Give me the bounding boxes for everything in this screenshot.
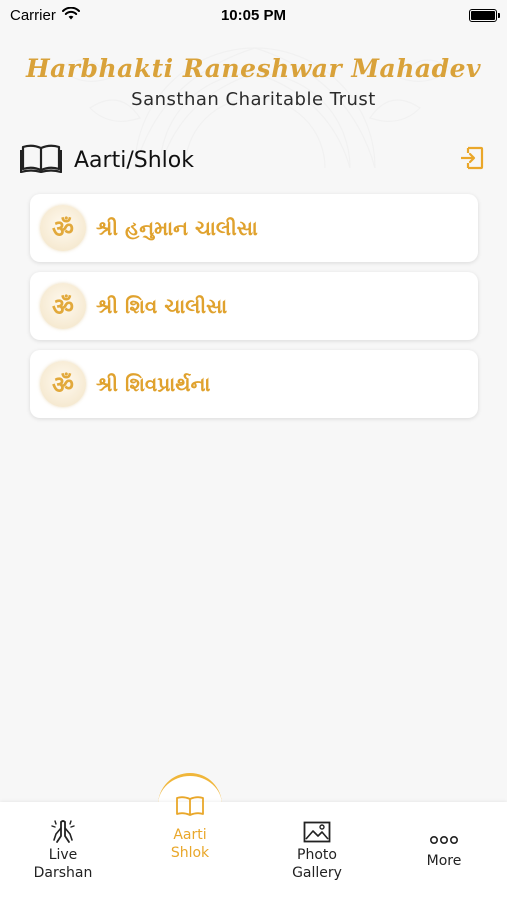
section-header: Aarti/Shlok — [19, 142, 485, 178]
book-icon — [175, 792, 205, 820]
list-item-label: શ્રી શિવ ચાલીસા — [96, 294, 228, 318]
tab-more[interactable]: More — [381, 802, 507, 900]
more-dots-icon — [429, 828, 459, 852]
image-icon — [303, 818, 331, 846]
carrier-label: Carrier — [10, 6, 56, 24]
app-title: Harbhakti Raneshwar Mahadev — [25, 54, 482, 83]
tab-aarti-shlok[interactable]: Aarti Shlok — [127, 796, 253, 900]
om-icon: ॐ — [40, 283, 86, 329]
tab-label: Live Darshan — [18, 846, 108, 882]
praying-hands-icon — [49, 818, 77, 846]
list-item-shiv-prarthana[interactable]: ॐ શ્રી શિવપ્રાર્થના — [30, 350, 478, 418]
battery-icon — [469, 8, 500, 22]
tab-label-line1: Aarti — [173, 827, 207, 843]
tab-label-line2: Gallery — [292, 865, 342, 881]
tab-label-line1: More — [426, 853, 462, 869]
tab-label: More — [399, 852, 489, 870]
om-icon: ॐ — [40, 205, 86, 251]
list-item-label: શ્રી શિવપ્રાર્થના — [96, 372, 211, 396]
status-bar: Carrier 10:05 PM — [0, 0, 507, 30]
app-subtitle: Sansthan Charitable Trust — [131, 89, 376, 110]
bottom-tab-bar: Live Darshan Aarti Shlok Photo Gallery M… — [0, 796, 507, 900]
tab-photo-gallery[interactable]: Photo Gallery — [254, 802, 380, 900]
om-icon: ॐ — [40, 361, 86, 407]
tab-label-line1: Live — [48, 847, 78, 863]
logout-icon[interactable] — [459, 145, 485, 176]
aarti-list: ॐ શ્રી હનુમાન ચાલીસા ॐ શ્રી શિવ ચાલીસા ॐ… — [30, 194, 478, 428]
tab-live-darshan[interactable]: Live Darshan — [0, 802, 126, 900]
list-item-hanuman-chalisa[interactable]: ॐ શ્રી હનુમાન ચાલીસા — [30, 194, 478, 262]
tab-label: Aarti Shlok — [145, 826, 235, 862]
list-item-shiv-chalisa[interactable]: ॐ શ્રી શિવ ચાલીસા — [30, 272, 478, 340]
wifi-icon — [61, 6, 80, 24]
tab-label: Photo Gallery — [272, 846, 362, 882]
section-title-group: Aarti/Shlok — [19, 143, 194, 178]
list-item-label: શ્રી હનુમાન ચાલીસા — [96, 216, 258, 240]
app-header: Harbhakti Raneshwar Mahadev Sansthan Cha… — [0, 38, 507, 168]
section-title: Aarti/Shlok — [74, 147, 194, 173]
tab-label-line2: Darshan — [33, 865, 93, 881]
status-left: Carrier — [10, 6, 80, 24]
tab-label-line2: Shlok — [170, 845, 210, 861]
tab-label-line1: Photo — [297, 847, 337, 863]
open-book-icon — [19, 143, 63, 178]
